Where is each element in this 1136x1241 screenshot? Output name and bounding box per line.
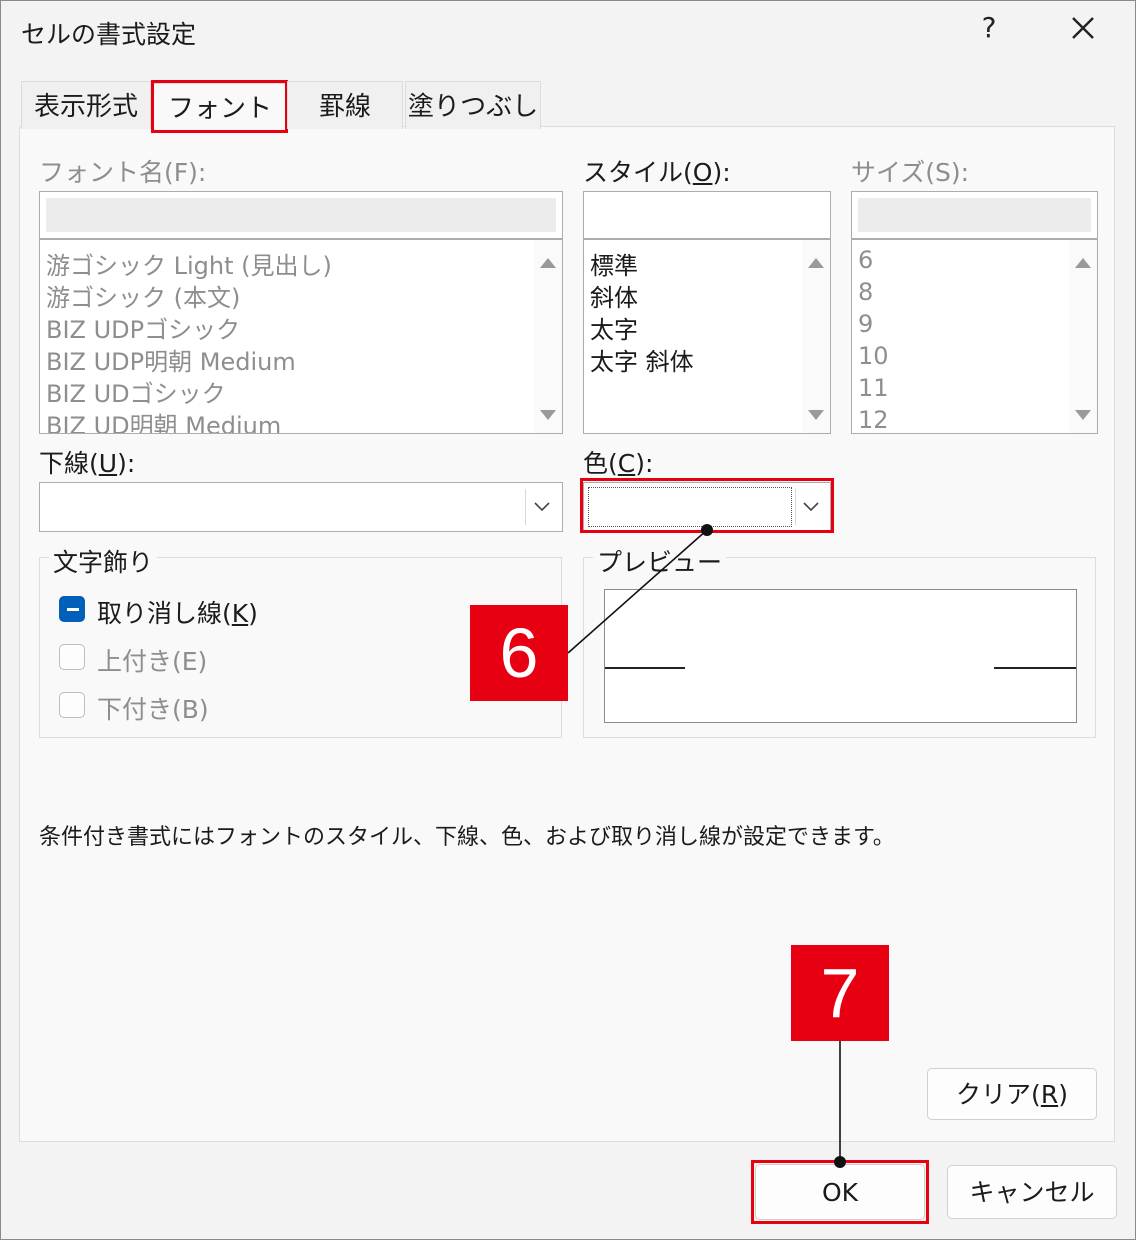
strikethrough-label-key: K bbox=[231, 599, 249, 628]
size-list: 6 8 9 10 11 12 bbox=[851, 239, 1098, 434]
clear-label-key: R bbox=[1040, 1080, 1059, 1109]
style-label-end: ): bbox=[712, 158, 731, 187]
scroll-down-icon[interactable] bbox=[808, 410, 824, 420]
style-label: スタイル(O): bbox=[583, 153, 731, 189]
scroll-down-icon bbox=[540, 410, 556, 420]
format-cells-dialog: セルの書式設定 ? 表示形式 フォント 罫線 塗りつぶし フォント名(F): 游… bbox=[0, 0, 1136, 1240]
color-label: 色(C): bbox=[583, 444, 653, 480]
style-list[interactable]: 標準 斜体 太字 太字 斜体 bbox=[583, 239, 831, 434]
tab-fill[interactable]: 塗りつぶし bbox=[405, 81, 541, 129]
size-label: サイズ(S): bbox=[851, 158, 970, 187]
color-select-highlight bbox=[580, 478, 834, 533]
color-label-key: C bbox=[617, 449, 636, 478]
close-icon bbox=[1072, 17, 1094, 39]
list-item[interactable]: 太字 斜体 bbox=[590, 342, 694, 377]
style-label-text: スタイル( bbox=[583, 158, 693, 187]
tab-border[interactable]: 罫線 bbox=[287, 81, 403, 129]
list-item[interactable]: 斜体 bbox=[590, 278, 638, 313]
list-item: 8 bbox=[858, 278, 874, 306]
scroll-up-icon bbox=[1075, 258, 1091, 268]
scroll-down-icon bbox=[1075, 410, 1091, 420]
underline-label-key: U bbox=[98, 449, 118, 478]
scroll-up-icon[interactable] bbox=[808, 258, 824, 268]
font-name-input bbox=[39, 191, 563, 239]
clear-label-text: クリア( bbox=[956, 1080, 1041, 1109]
color-label-text: 色( bbox=[583, 449, 618, 478]
style-label-key: O bbox=[692, 158, 713, 187]
list-item: 11 bbox=[858, 374, 889, 402]
color-label-end: ): bbox=[635, 449, 654, 478]
clear-button[interactable]: クリア(R) bbox=[927, 1068, 1097, 1120]
preview-legend: プレビュー bbox=[593, 543, 727, 579]
strikethrough-label-text: 取り消し線( bbox=[97, 599, 232, 628]
tab-number-format[interactable]: 表示形式 bbox=[21, 81, 151, 129]
step7-marker: 7 bbox=[791, 945, 889, 1041]
font-name-scrollbar bbox=[534, 240, 562, 433]
size-scrollbar bbox=[1069, 240, 1097, 433]
font-name-list: 游ゴシック Light (見出し) 游ゴシック (本文) BIZ UDPゴシック… bbox=[39, 239, 563, 434]
subscript-checkbox bbox=[59, 692, 85, 718]
dialog-title: セルの書式設定 bbox=[21, 20, 197, 49]
list-item: 游ゴシック (本文) bbox=[46, 284, 241, 312]
close-button[interactable] bbox=[1063, 15, 1103, 55]
list-item[interactable]: 太字 bbox=[590, 310, 638, 345]
superscript-checkbox bbox=[59, 644, 85, 670]
strikethrough-label[interactable]: 取り消し線(K) bbox=[97, 594, 258, 630]
font-name-label: フォント名(F): bbox=[39, 158, 207, 187]
list-item: 10 bbox=[858, 342, 889, 370]
strikethrough-label-end: ) bbox=[248, 599, 258, 628]
list-item: 12 bbox=[858, 406, 889, 434]
subscript-label: 下付き(B) bbox=[97, 695, 209, 724]
conditional-format-note: 条件付き書式にはフォントのスタイル、下線、色、および取り消し線が設定できます。 bbox=[39, 825, 895, 850]
superscript-label: 上付き(E) bbox=[97, 647, 208, 676]
strikethrough-checkbox[interactable] bbox=[59, 596, 85, 622]
chevron-down-icon bbox=[534, 502, 550, 512]
list-item: 6 bbox=[858, 246, 874, 274]
help-button[interactable]: ? bbox=[969, 11, 1009, 51]
effects-legend: 文字飾り bbox=[49, 543, 158, 579]
style-input[interactable] bbox=[583, 191, 831, 239]
underline-label-text: 下線( bbox=[39, 449, 99, 478]
list-item[interactable]: 標準 bbox=[590, 246, 638, 281]
preview-box bbox=[604, 589, 1077, 723]
tab-font-highlight bbox=[151, 80, 288, 133]
underline-label-end: ): bbox=[117, 449, 136, 478]
list-item: BIZ UDゴシック bbox=[46, 380, 226, 408]
clear-label-end: ) bbox=[1058, 1080, 1068, 1109]
preview-line-left bbox=[605, 667, 685, 669]
step6-marker: 6 bbox=[470, 605, 568, 701]
size-input bbox=[851, 191, 1098, 239]
list-item: 游ゴシック Light (見出し) bbox=[46, 252, 332, 280]
list-item: BIZ UD明朝 Medium bbox=[46, 412, 282, 434]
list-item: BIZ UDP明朝 Medium bbox=[46, 348, 296, 376]
cancel-button[interactable]: キャンセル bbox=[947, 1165, 1117, 1219]
underline-label: 下線(U): bbox=[39, 444, 135, 480]
list-item: 9 bbox=[858, 310, 874, 338]
underline-select[interactable] bbox=[39, 482, 563, 532]
ok-button-highlight bbox=[751, 1160, 929, 1224]
dropdown-button[interactable] bbox=[525, 489, 558, 525]
style-scrollbar[interactable] bbox=[802, 240, 830, 433]
scroll-up-icon bbox=[540, 258, 556, 268]
preview-line-right bbox=[994, 667, 1076, 669]
list-item: BIZ UDPゴシック bbox=[46, 316, 241, 344]
